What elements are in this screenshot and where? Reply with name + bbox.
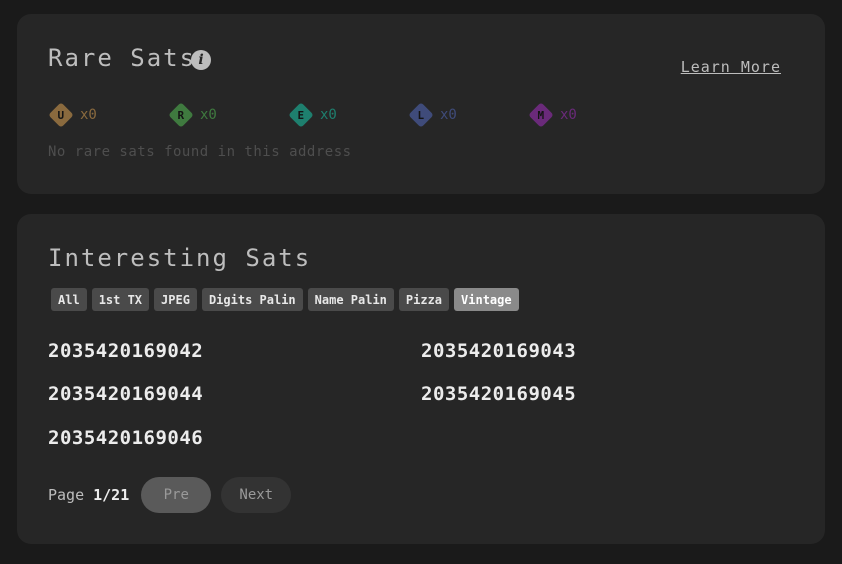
sat-item[interactable]: 2035420169046 [48, 427, 203, 449]
rare-badge-icon: R [168, 102, 194, 128]
sat-item[interactable]: 2035420169045 [421, 383, 576, 405]
next-page-button[interactable]: Next [221, 477, 292, 513]
filter-1st-tx[interactable]: 1st TX [91, 288, 150, 311]
filter-name-palin[interactable]: Name Palin [307, 288, 394, 311]
filter-tabs: All 1st TX JPEG Digits Palin Name Palin … [51, 288, 524, 311]
interesting-sats-card: Interesting Sats All 1st TX JPEG Digits … [17, 214, 825, 544]
filter-pizza[interactable]: Pizza [398, 288, 450, 311]
sat-item[interactable]: 2035420169044 [48, 383, 203, 405]
filter-vintage[interactable]: Vintage [454, 288, 519, 311]
rare-sats-card: Rare Sats i Learn More U x0 R x0 E x0 L … [17, 14, 825, 194]
sat-item[interactable]: 2035420169043 [421, 340, 576, 362]
uncommon-badge-icon: U [48, 102, 74, 128]
rarity-epic: E x0 [288, 102, 337, 128]
rarity-count: x0 [320, 107, 337, 123]
rarity-mythic: M x0 [528, 102, 577, 128]
rarity-uncommon: U x0 [48, 102, 97, 128]
info-icon[interactable]: i [191, 50, 211, 70]
legendary-badge-icon: L [408, 102, 434, 128]
interesting-sats-title: Interesting Sats [48, 244, 312, 272]
mythic-badge-icon: M [528, 102, 554, 128]
epic-badge-icon: E [288, 102, 314, 128]
rarity-legendary: L x0 [408, 102, 457, 128]
empty-message: No rare sats found in this address [48, 144, 352, 160]
prev-page-button[interactable]: Pre [141, 477, 212, 513]
pagination: Page 1/21 Pre Next [48, 477, 292, 513]
sat-item[interactable]: 2035420169042 [48, 340, 203, 362]
filter-digits-palin[interactable]: Digits Palin [201, 288, 303, 311]
rarity-rare: R x0 [168, 102, 217, 128]
page-indicator: 1/21 [93, 486, 130, 504]
rarity-count: x0 [560, 107, 577, 123]
rarity-count: x0 [80, 107, 97, 123]
filter-all[interactable]: All [51, 288, 87, 311]
rare-sats-title: Rare Sats [48, 44, 197, 72]
learn-more-link[interactable]: Learn More [681, 58, 781, 76]
filter-jpeg[interactable]: JPEG [154, 288, 197, 311]
page-label: Page [48, 486, 85, 504]
rarity-count: x0 [200, 107, 217, 123]
rarity-count: x0 [440, 107, 457, 123]
